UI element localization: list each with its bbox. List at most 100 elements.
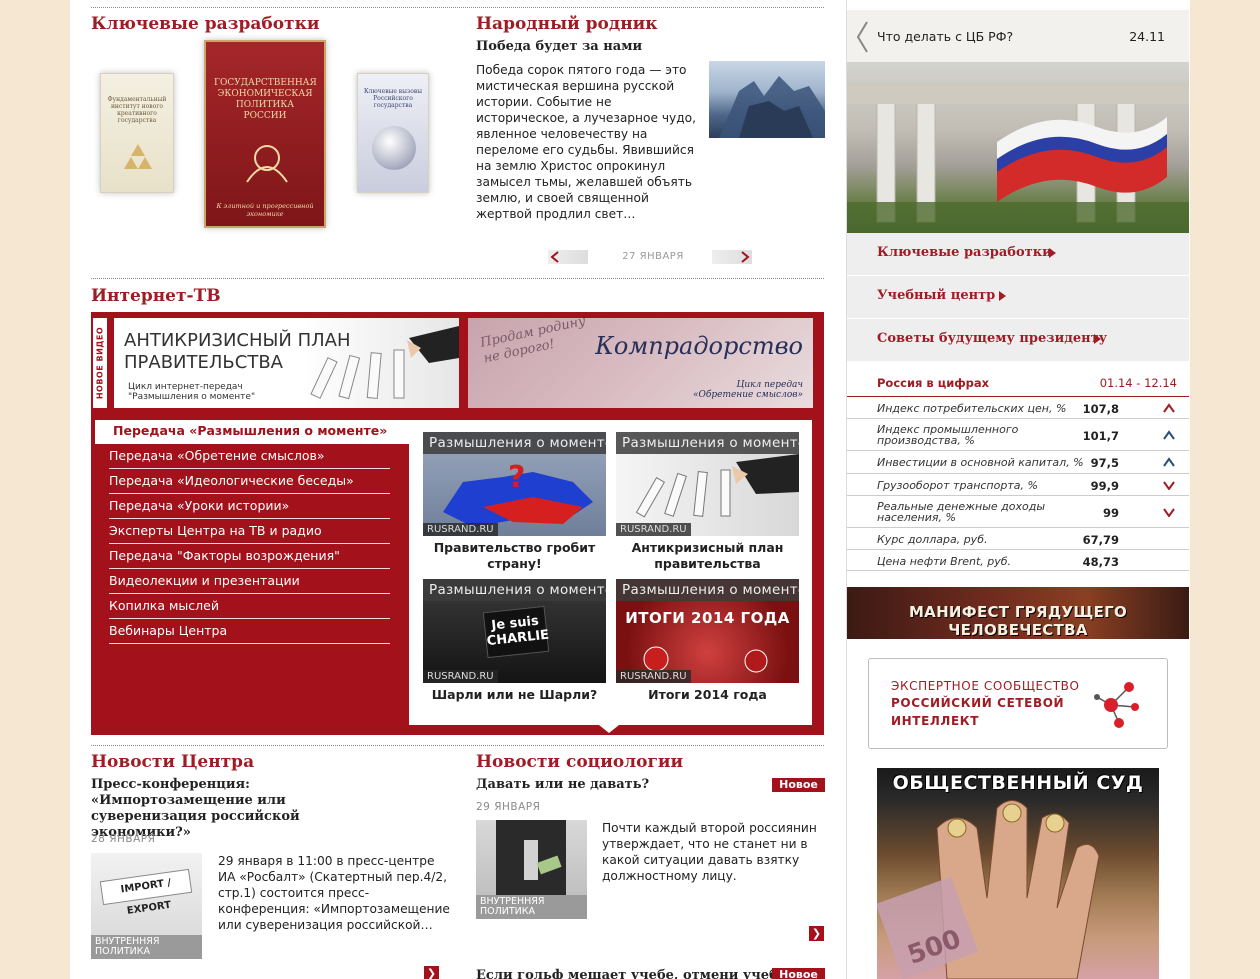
dominoes-icon xyxy=(310,326,459,400)
page: Ключевые разработки Фундаментальный инст… xyxy=(70,0,1190,979)
new-badge: Новое xyxy=(772,968,825,979)
tv-menu-item-smysly[interactable]: Передача «Обретение смыслов» xyxy=(109,444,390,469)
stats-title[interactable]: Россия в цифрах xyxy=(877,376,989,390)
banner-anticrisis[interactable]: АНТИКРИЗИСНЫЙ ПЛАН ПРАВИТЕЛЬСТВА Цикл инт… xyxy=(114,318,459,408)
tv-block: НОВОЕ ВИДЕО АНТИКРИЗИСНЫЙ ПЛАН ПРАВИТЕЛЬС… xyxy=(91,312,824,735)
news-socio-next-headline[interactable]: Если гольф мешает учебе, отмени учебу! xyxy=(476,968,792,979)
featured-date: 24.11 xyxy=(1129,29,1165,44)
triangle-right-icon xyxy=(1049,248,1056,258)
stat-label: Цена нефти Brent, руб. xyxy=(877,555,1012,568)
book-3-title: Ключевые вызовы Российского государства xyxy=(364,88,422,109)
book-thumb-2[interactable]: ГОСУДАРСТВЕННАЯ ЭКОНОМИЧЕСКАЯ ПОЛИТИКА Р… xyxy=(204,40,326,228)
stat-label: Курс доллара, руб. xyxy=(877,533,988,546)
news-socio-headline[interactable]: Давать или не давать? xyxy=(476,777,649,792)
sidebar: Что делать с ЦБ РФ? 24.11 Ключевые разра… xyxy=(846,0,1190,979)
news-center-photo[interactable]: IMPORT / EXPORT ВНУТРЕННЯЯ ПОЛИТИКА xyxy=(91,853,202,959)
expert-community-banner[interactable]: ЭКСПЕРТНОЕ СООБЩЕСТВО РОССИЙСКИЙ СЕТЕВОЙ… xyxy=(868,658,1168,749)
featured-title[interactable]: Что делать с ЦБ РФ? xyxy=(877,29,1013,44)
banner1-title-l2: ПРАВИТЕЛЬСТВА xyxy=(124,352,283,373)
book-2-sub: К элитной и прогрессивной экономике xyxy=(216,202,314,218)
book-1-title: Фундаментальный институт нового креативн… xyxy=(107,96,167,124)
banner1-sub: Цикл интернет-передач "Размышления о моме… xyxy=(128,382,255,402)
tv-video-panel: ? Размышления о моменте RUSRAND.RU Прави… xyxy=(409,420,812,733)
triangle-right-icon xyxy=(1094,334,1101,344)
video-title: Правительство гробит страну! xyxy=(433,540,596,571)
video-caption: Размышления о моменте xyxy=(616,579,799,601)
news-center-body: 29 января в 11:00 в пресс-центре ИА «Рос… xyxy=(218,854,450,932)
sidebar-link-key-dev[interactable]: Ключевые разработки xyxy=(847,233,1189,276)
stat-label-l2: производства, % xyxy=(877,434,975,447)
expert-line-1: ЭКСПЕРТНОЕ СООБЩЕСТВО xyxy=(891,679,1080,693)
chevron-left-icon[interactable] xyxy=(855,20,869,54)
stat-value: 97,5 xyxy=(1090,456,1119,470)
triangle-right-icon xyxy=(999,291,1006,301)
banner-compradorstvo[interactable]: Продам родину не дорого! Компрадорство Ци… xyxy=(468,318,813,408)
expert-line-3: ИНТЕЛЛЕКТ xyxy=(891,714,979,728)
video-card[interactable]: ИТОГИ 2014 ГОДА Размышления о моменте RU… xyxy=(616,579,799,703)
key-dev-title[interactable]: Ключевые разработки xyxy=(91,14,319,34)
news-center-title[interactable]: Новости Центра xyxy=(91,752,254,772)
pager-next[interactable] xyxy=(712,250,752,264)
stats-header: Россия в цифрах 01.14 - 12.14 xyxy=(847,370,1189,396)
tv-menu-item-factors[interactable]: Передача "Факторы возрождения" xyxy=(109,544,390,569)
video-caption: Размышления о моменте xyxy=(616,432,799,454)
tv-menu-item-thoughts[interactable]: Копилка мыслей xyxy=(109,594,390,619)
video-card[interactable]: Размышления о моменте RUSRAND.RU Антикри… xyxy=(616,432,799,572)
stat-value: 99,9 xyxy=(1090,479,1119,493)
tv-menu-item-webinars[interactable]: Вебинары Центра xyxy=(109,619,390,644)
featured-header: Что делать с ЦБ РФ? 24.11 xyxy=(847,10,1189,62)
arrow-up-icon xyxy=(1163,457,1175,467)
pager-prev[interactable] xyxy=(548,250,588,264)
arrow-up-icon xyxy=(1163,430,1175,440)
book-2-title: ГОСУДАРСТВЕННАЯ ЭКОНОМИЧЕСКАЯ ПОЛИТИКА Р… xyxy=(214,78,317,121)
stat-label-l2: населения, % xyxy=(877,511,956,524)
new-badge: Новое xyxy=(772,778,825,792)
video-title: Итоги 2014 года xyxy=(648,687,767,702)
stats-period: 01.14 - 12.14 xyxy=(1099,376,1177,390)
stat-row: Цена нефти Brent, руб. 48,73 xyxy=(847,549,1189,571)
news-socio-more-button[interactable]: ❯ xyxy=(809,926,824,941)
stat-label: Инвестиции в основной капитал, % xyxy=(877,456,1084,469)
featured-photo[interactable] xyxy=(847,62,1189,233)
narodny-headline[interactable]: Победа будет за нами xyxy=(476,39,642,54)
video-card[interactable]: ? Размышления о моменте RUSRAND.RU Прави… xyxy=(423,432,606,572)
news-center-headline[interactable]: Пресс-конференция: «Импортозамещение или… xyxy=(91,777,391,841)
pyramid-icon xyxy=(124,144,152,169)
banner2-title: Компрадорство xyxy=(595,332,803,360)
banner1-sub-l2: "Размышления о моменте" xyxy=(128,392,256,402)
video-card[interactable]: Je suis CHARLIE Размышления о моменте RUS… xyxy=(423,579,606,703)
tv-menu-item-lectures[interactable]: Видеолекции и презентации xyxy=(109,569,390,594)
monument-icon xyxy=(719,76,825,138)
divider xyxy=(91,745,824,746)
video-thumb: Je suis CHARLIE Размышления о моменте RUS… xyxy=(423,579,606,683)
public-court-banner[interactable]: ОБЩЕСТВЕННЫЙ СУД 500 xyxy=(877,768,1159,979)
news-center-more-button[interactable]: ❯ xyxy=(424,966,439,979)
video-thumb: Размышления о моменте RUSRAND.RU xyxy=(616,432,799,536)
stat-label: Реальные денежные доходы населения, % xyxy=(877,501,1045,523)
news-socio-title[interactable]: Новости социологии xyxy=(476,752,683,772)
book-thumb-1[interactable]: Фундаментальный институт нового креативн… xyxy=(100,73,174,193)
tv-menu-item-moment[interactable]: Передача «Размышления о моменте» xyxy=(91,420,409,444)
banner2-sub: Цикл передач «Обретение смыслов» xyxy=(693,380,803,400)
arrow-down-icon xyxy=(1163,508,1175,517)
stat-value: 48,73 xyxy=(1082,555,1119,569)
tv-menu-item-ideology[interactable]: Передача «Идеологические беседы» xyxy=(109,469,390,494)
narodny-photo[interactable] xyxy=(709,61,825,138)
news-socio-rubric[interactable]: ВНУТРЕННЯЯ ПОЛИТИКА xyxy=(476,895,587,919)
tv-menu-item-history[interactable]: Передача «Уроки истории» xyxy=(109,494,390,519)
video-source: RUSRAND.RU xyxy=(616,670,691,683)
arrow-down-icon xyxy=(1163,481,1175,490)
globe-icon xyxy=(372,126,416,170)
panel-notch xyxy=(599,725,619,733)
sidebar-link-president[interactable]: Советы будущему президенту xyxy=(847,319,1189,362)
divider xyxy=(91,7,824,8)
news-socio-photo[interactable]: ВНУТРЕННЯЯ ПОЛИТИКА xyxy=(476,820,587,919)
news-center-rubric[interactable]: ВНУТРЕННЯЯ ПОЛИТИКА xyxy=(91,935,202,959)
tv-title[interactable]: Интернет-ТВ xyxy=(91,286,221,306)
manifest-banner[interactable]: МАНИФЕСТ ГРЯДУЩЕГО ЧЕЛОВЕЧЕСТВА xyxy=(847,587,1189,639)
book-thumb-3[interactable]: Ключевые вызовы Российского государства xyxy=(357,73,429,193)
sidebar-link-training[interactable]: Учебный центр xyxy=(847,276,1189,319)
banner2-stamp: Продам родину не дорого! xyxy=(479,318,599,395)
tv-menu-item-experts[interactable]: Эксперты Центра на ТВ и радио xyxy=(109,519,390,544)
narodny-title[interactable]: Народный родник xyxy=(476,14,658,34)
